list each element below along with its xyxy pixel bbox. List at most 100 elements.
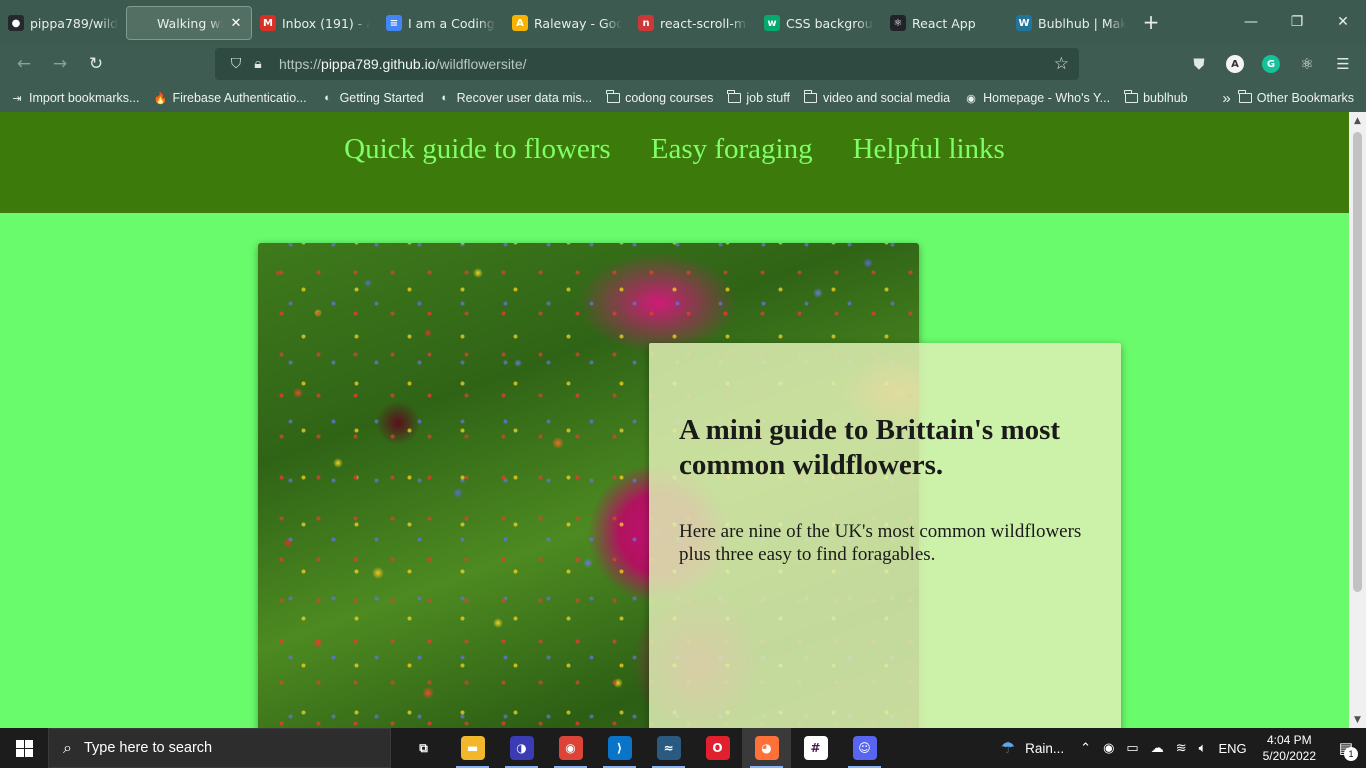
account-avatar[interactable]: A: [1220, 48, 1250, 80]
clock[interactable]: 4:04 PM 5/20/2022: [1253, 732, 1326, 764]
react-icon: ⚛: [890, 15, 906, 31]
nav-link-easy-foraging[interactable]: Easy foraging: [651, 133, 813, 213]
start-button[interactable]: [0, 728, 48, 768]
url-host: pippa789.github.io: [321, 56, 436, 72]
browser-tab[interactable]: w CSS background-image: [756, 6, 882, 40]
new-tab-button[interactable]: +: [1134, 5, 1168, 39]
scroll-down-arrow-icon[interactable]: ▼: [1349, 711, 1366, 728]
close-tab-icon[interactable]: ✕: [229, 16, 243, 31]
taskbar-app-firefox[interactable]: ◕: [742, 728, 791, 768]
taskbar-app-discord[interactable]: ☺: [840, 728, 889, 768]
tab-title: Walking with wildflowers: [157, 15, 223, 31]
browser-tab[interactable]: ● pippa789/wildflowersite: [0, 6, 126, 40]
taskbar-app-slack[interactable]: #: [791, 728, 840, 768]
back-button[interactable]: ←: [6, 46, 42, 82]
vscode-icon: ⟩: [607, 736, 632, 760]
import-icon: ⇥: [12, 92, 22, 105]
system-tray: ☂ Rain... ⌃ ◉ ▭ ☁ ≋ 🔈︎ ENG 4:04 PM 5/20/…: [991, 728, 1366, 768]
tab-title: react-scroll-motion: [660, 15, 748, 31]
nav-link-quick-guide[interactable]: Quick guide to flowers: [344, 133, 611, 213]
clock-time: 4:04 PM: [1266, 733, 1312, 747]
bookmark-star-icon[interactable]: ☆: [1054, 54, 1069, 74]
bookmark-item[interactable]: job stuff: [727, 90, 790, 105]
bookmark-item[interactable]: ◐ Getting Started: [321, 91, 423, 105]
restore-button[interactable]: ❐: [1274, 0, 1320, 44]
tab-title: pippa789/wildflowersite: [30, 15, 118, 31]
notification-center-icon[interactable]: ▤ 1: [1326, 728, 1366, 768]
taskbar-app-mysql-workbench[interactable]: ≈: [644, 728, 693, 768]
bookmarks-overflow-button[interactable]: »: [1222, 90, 1230, 107]
scroll-thumb[interactable]: [1353, 132, 1362, 592]
bookmark-item[interactable]: ◐ Recover user data mis...: [438, 91, 592, 105]
shield-icon[interactable]: ⛉: [225, 56, 247, 72]
tabs-container: ● pippa789/wildflowersite Walking with wil…: [0, 4, 1134, 40]
nav-link-helpful-links[interactable]: Helpful links: [853, 133, 1005, 213]
taskbar: ⌕ Type here to search ⧉ ▬ ◑ ◉ ⟩ ≈ O ◕ # ☺ ☂ Rain.…: [0, 728, 1366, 768]
bookmark-label: Import bookmarks...: [29, 91, 140, 105]
tab-strip: ● pippa789/wildflowersite Walking with wil…: [0, 0, 1366, 44]
slack-icon: #: [803, 736, 828, 760]
taskbar-app-task-view[interactable]: ⧉: [399, 728, 448, 768]
browser-tab[interactable]: Walking with wildflowers ✕: [126, 6, 252, 40]
discord-icon: ☺: [852, 736, 877, 760]
browser-tab[interactable]: M Inbox (191) - all: [252, 6, 378, 40]
window-controls: — ❐ ✕: [1228, 0, 1366, 44]
taskbar-app-eclipse[interactable]: ◑: [497, 728, 546, 768]
onedrive-icon[interactable]: ☁: [1145, 728, 1170, 768]
task-view-icon: ⧉: [419, 740, 428, 755]
browser-tab[interactable]: A Raleway - Google Fonts: [504, 6, 630, 40]
site-icon: ◐: [441, 92, 448, 104]
taskbar-app-opera[interactable]: O: [693, 728, 742, 768]
clock-date: 5/20/2022: [1262, 749, 1316, 763]
firefox-icon: ◕: [754, 736, 779, 760]
firebase-icon: 🔥: [153, 92, 168, 105]
search-placeholder: Type here to search: [83, 740, 213, 756]
intro-text: Here are nine of the UK's most common wi…: [679, 521, 1082, 565]
browser-tab[interactable]: ≡ I am a Coding Boss: [378, 6, 504, 40]
url-path: /wildflowersite/: [435, 56, 527, 72]
browser-tab[interactable]: n react-scroll-motion: [630, 6, 756, 40]
bookmark-item[interactable]: codong courses: [606, 90, 714, 105]
record-icon[interactable]: ◉: [1097, 728, 1120, 768]
lock-icon[interactable]: 🔒︎: [247, 56, 269, 72]
bookmark-item[interactable]: ◉ Homepage - Who's Y...: [964, 91, 1110, 105]
taskbar-search[interactable]: ⌕ Type here to search: [48, 728, 391, 768]
reload-button[interactable]: ↻: [78, 46, 114, 82]
menu-icon[interactable]: ☰: [1328, 48, 1358, 80]
pocket-icon[interactable]: ⛊: [1184, 48, 1214, 80]
taskbar-app-chrome[interactable]: ◉: [546, 728, 595, 768]
browser-tab[interactable]: W Bublhub | Making: [1008, 6, 1134, 40]
site-navigation: Quick guide to flowers Easy foraging Hel…: [0, 112, 1349, 213]
bookmark-label: codong courses: [625, 91, 714, 105]
volume-icon[interactable]: 🔈︎: [1193, 728, 1213, 768]
navigation-bar: ← → ↻ ⛉ 🔒︎ https://pippa789.github.io/wi…: [0, 44, 1366, 84]
gmail-icon: M: [260, 15, 276, 31]
show-hidden-icons-icon[interactable]: ⌃: [1074, 728, 1097, 768]
weather-widget[interactable]: ☂ Rain...: [991, 738, 1074, 758]
toolbar-extensions: ⛊ A G ⚛ ☰: [1184, 48, 1358, 80]
folder-icon: [606, 90, 620, 105]
npm-icon: n: [638, 15, 654, 31]
react-devtools-icon[interactable]: ⚛: [1292, 48, 1322, 80]
browser-tab[interactable]: ⚛ React App: [882, 6, 1008, 40]
bookmark-item[interactable]: video and social media: [803, 90, 950, 105]
wifi-icon[interactable]: ≋: [1170, 728, 1193, 768]
minimize-button[interactable]: —: [1228, 0, 1274, 44]
language-indicator[interactable]: ENG: [1212, 728, 1252, 768]
url-bar[interactable]: ⛉ 🔒︎ https://pippa789.github.io/wildflow…: [215, 48, 1079, 80]
battery-icon[interactable]: ▭: [1120, 728, 1144, 768]
other-bookmarks[interactable]: Other Bookmarks: [1238, 90, 1354, 105]
close-window-button[interactable]: ✕: [1320, 0, 1366, 44]
scroll-up-arrow-icon[interactable]: ▲: [1349, 112, 1366, 129]
bookmark-item[interactable]: 🔥 Firebase Authenticatio...: [153, 91, 307, 105]
eclipse-icon: ◑: [509, 736, 534, 760]
bookmark-item[interactable]: ⇥ Import bookmarks...: [10, 91, 139, 105]
grammarly-icon[interactable]: G: [1256, 48, 1286, 80]
taskbar-app-file-explorer[interactable]: ▬: [448, 728, 497, 768]
tab-title: Inbox (191) - all: [282, 15, 370, 31]
bookmark-item[interactable]: bublhub: [1124, 90, 1188, 105]
taskbar-app-vscode[interactable]: ⟩: [595, 728, 644, 768]
forward-button[interactable]: →: [42, 46, 78, 82]
page-scrollbar[interactable]: ▲ ▼: [1349, 112, 1366, 728]
url-text[interactable]: https://pippa789.github.io/wildflowersit…: [279, 56, 527, 72]
